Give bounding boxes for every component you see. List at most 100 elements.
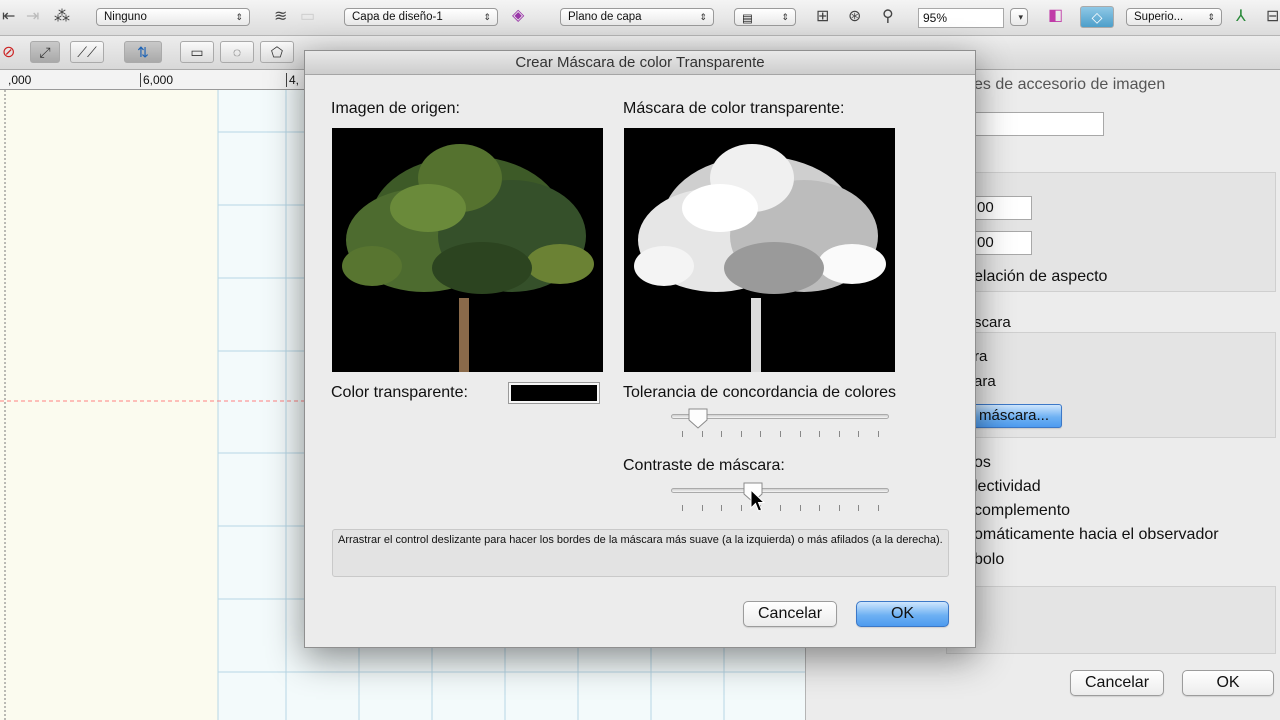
ok-button[interactable]: OK [856,601,949,627]
transparent-color-swatch[interactable] [508,382,600,404]
mode-rectangle-button[interactable]: ▭ [180,41,214,63]
axes-icon[interactable]: ⅄ [1236,7,1246,27]
hint-text: Arrastrar el control deslizante para hac… [338,534,943,546]
mode-polygon-button[interactable]: ⬠ [260,41,294,63]
slider-tick [701,431,703,437]
layer-visibility-icon[interactable]: ◈ [512,6,524,26]
slider-tick [799,431,801,437]
zoom-value: 95% [923,11,948,25]
layer-popup-value: Capa de diseño-1 [352,11,443,23]
polyline-icon: ⟋⟋ [77,44,97,60]
slider-tick [799,505,801,511]
projection-button[interactable]: ◇ [1080,6,1114,28]
side-panel-title: es de accesorio de imagen [974,76,1166,93]
name-field[interactable] [974,112,1104,136]
height-field[interactable]: 00 [972,231,1032,255]
mode-polyline-button[interactable]: ⟋⟋ [70,41,104,63]
mask-image-label: Máscara de color transparente: [623,100,845,117]
width-field[interactable]: 00 [972,196,1032,220]
swatch-fill [511,385,597,401]
transparent-mask-dialog: Crear Máscara de color Transparente Imag… [304,50,976,648]
source-image-label: Imagen de origen: [331,100,460,117]
slider-tick [858,505,860,511]
dialog-title-bar[interactable]: Crear Máscara de color Transparente [305,51,975,75]
contrast-label: Contraste de máscara: [623,457,785,474]
side-cancel-label: Cancelar [1084,674,1150,691]
layers-stack-icon[interactable]: ≋ [274,7,287,27]
popup-arrows-icon: ⇕ [699,12,707,22]
slider-tick [760,431,762,437]
slider-tick [878,431,879,437]
class-popup[interactable]: Ninguno ⇕ [96,8,250,26]
plane-popup-value: Plano de capa [568,11,642,23]
line-icon: ⤢ [39,44,51,60]
height-value: 00 [977,234,994,251]
mode-lasso-button[interactable]: ◌ [220,41,254,63]
popup-arrows-icon: ⇕ [483,12,491,22]
zoom-menu-button[interactable]: ▾ [1010,8,1028,26]
side-ok-button[interactable]: OK [1182,670,1274,696]
sheet-popup[interactable]: ▤ ⇕ [734,8,796,26]
slider-tick [682,431,683,437]
contrast-slider[interactable] [671,481,889,517]
view-popup[interactable]: Superio... ⇕ [1126,8,1222,26]
mask-option-1[interactable]: ra [974,348,987,365]
tolerance-slider[interactable] [671,407,889,443]
zoom-tool-icon[interactable]: ⊛ [848,7,861,27]
plane-popup[interactable]: Plano de capa ⇕ [560,8,714,26]
class-popup-value: Ninguno [104,11,147,23]
view-popup-value: Superio... [1134,11,1184,23]
magnifier-icon[interactable]: ⚲ [882,7,894,27]
mode-line-button[interactable]: ⤢ [30,41,60,63]
cancel-button[interactable]: Cancelar [743,601,837,627]
zoom-fit-icon[interactable]: ⊞ [816,7,829,27]
option-row-1[interactable]: os [974,454,991,472]
mask-option-2[interactable]: ara [974,373,996,390]
aspect-ratio-label[interactable]: elación de aspecto [974,268,1107,286]
hint-text-box: Arrastrar el control deslizante para hac… [332,529,949,577]
sheet-icon: ▤ [742,13,753,25]
horizontal-ruler: ,000 6,000 4, [0,70,310,90]
mask-button[interactable]: máscara... [966,404,1062,428]
polygon-icon: ⬠ [270,44,284,60]
ruler-tick-label: 6,000 [140,73,173,87]
slider-tick [780,505,781,511]
slider-tick [819,431,821,437]
back-arrow-icon[interactable]: ⇤ [2,7,15,27]
option-row-2[interactable]: lectividad [974,478,1041,496]
slider-tick [740,431,742,437]
align-icon: ⇅ [137,44,149,60]
layer-options-icon[interactable]: ▭ [300,7,315,27]
no-snap-icon[interactable]: ⊘ [2,43,15,63]
layer-popup[interactable]: Capa de diseño-1 ⇕ [344,8,498,26]
option-row-4[interactable]: omáticamente hacia el observador [974,526,1219,544]
option-row-3[interactable]: complemento [974,502,1070,520]
slider-tick [858,431,860,437]
slider-track [671,488,889,493]
slider-tick [838,431,840,437]
slider-tick [819,505,821,511]
class-hierarchy-icon[interactable]: ⁂ [54,7,70,27]
zoom-field[interactable]: 95% [918,8,1004,28]
ruler-tick-label: 4, [286,73,299,87]
slider-tick [878,505,879,511]
slider-tick [682,505,683,511]
slider-tick [721,431,723,437]
popup-arrows-icon: ⇕ [781,12,789,22]
slider-knob[interactable] [687,407,709,429]
more-tools-icon[interactable]: ⊟ [1266,7,1279,27]
view-cube-icon[interactable]: ◧ [1048,6,1063,26]
side-ok-label: OK [1216,674,1240,691]
forward-arrow-icon[interactable]: ⇥ [26,7,39,27]
option-row-5[interactable]: bolo [974,551,1004,569]
slider-tick [838,505,840,511]
dialog-title: Crear Máscara de color Transparente [515,54,765,71]
preview-group [946,586,1276,654]
popup-arrows-icon: ⇕ [235,12,243,22]
projection-icon: ◇ [1091,9,1103,25]
mode-align-button[interactable]: ⇅ [124,41,162,63]
lasso-icon: ◌ [232,44,242,60]
side-cancel-button[interactable]: Cancelar [1070,670,1164,696]
cancel-button-label: Cancelar [757,605,823,622]
ruler-tick-label: ,000 [8,73,32,87]
